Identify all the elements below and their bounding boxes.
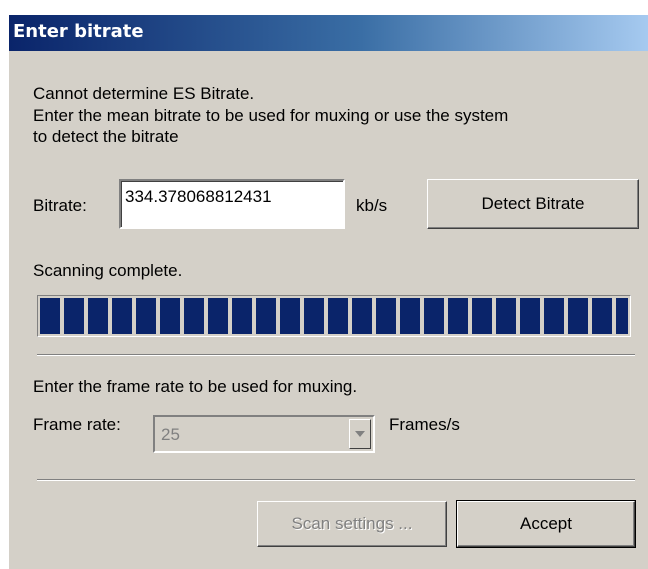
- scan-settings-button[interactable]: Scan settings ...: [257, 501, 447, 547]
- bitrate-value: 334.378068812431: [125, 187, 272, 206]
- scan-progress-bar: [37, 295, 631, 337]
- scan-status: Scanning complete.: [33, 261, 183, 280]
- framerate-value: 25: [161, 425, 180, 444]
- detect-bitrate-button[interactable]: Detect Bitrate: [427, 179, 639, 229]
- scan-progress-fill: [40, 298, 628, 334]
- separator-bottom: [37, 479, 635, 481]
- scan-settings-label: Scan settings ...: [291, 514, 413, 533]
- framerate-dropdown-button[interactable]: [349, 419, 371, 449]
- enter-bitrate-dialog: Enter bitrate Cannot determine ES Bitrat…: [8, 14, 648, 569]
- title-bar[interactable]: Enter bitrate: [9, 15, 648, 51]
- framerate-label: Frame rate:: [33, 415, 121, 434]
- intro-line-3: to detect the bitrate: [33, 127, 179, 146]
- accept-button[interactable]: Accept: [456, 500, 636, 548]
- accept-label: Accept: [520, 514, 572, 533]
- separator-top: [37, 354, 635, 356]
- framerate-combo[interactable]: 25: [153, 415, 375, 453]
- framerate-unit: Frames/s: [389, 415, 460, 434]
- intro-line-1: Cannot determine ES Bitrate.: [33, 84, 255, 103]
- bitrate-input[interactable]: 334.378068812431: [119, 179, 345, 229]
- window-title: Enter bitrate: [13, 21, 144, 42]
- bitrate-unit: kb/s: [356, 196, 388, 215]
- chevron-down-icon: [355, 431, 365, 437]
- framerate-instruction: Enter the frame rate to be used for muxi…: [33, 377, 358, 396]
- bitrate-label: Bitrate:: [33, 196, 87, 215]
- intro-line-2: Enter the mean bitrate to be used for mu…: [33, 106, 509, 125]
- detect-bitrate-label: Detect Bitrate: [481, 194, 585, 213]
